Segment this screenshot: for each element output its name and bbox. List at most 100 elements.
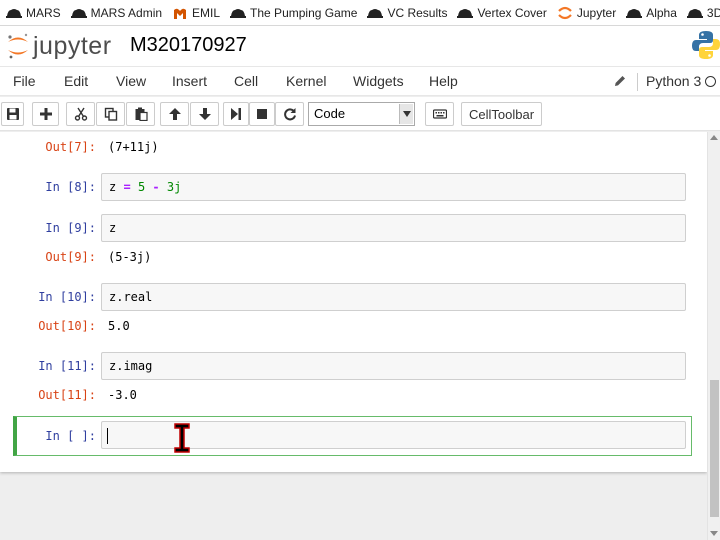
scrollbar-thumb[interactable] <box>710 380 719 517</box>
bookmarks-bar: MARS MARS Admin EMIL The Pumping Game VC… <box>0 0 720 26</box>
paste-button[interactable] <box>126 102 155 126</box>
hat-icon <box>70 8 87 18</box>
output-prompt: Out[9]: <box>45 250 96 264</box>
menu-file[interactable]: File <box>13 73 36 89</box>
celltoolbar-button[interactable]: CellToolbar <box>461 102 543 126</box>
kernel-idle-indicator-icon <box>705 76 716 87</box>
menu-kernel[interactable]: Kernel <box>286 73 326 89</box>
input-prompt: In [10]: <box>38 290 96 304</box>
bookmark-3d-grapher[interactable]: 3D Grapher <box>686 5 720 20</box>
bookmark-mars-admin[interactable]: MARS Admin <box>70 5 163 20</box>
cut-button[interactable] <box>66 102 95 126</box>
code-cell-input[interactable]: z.real <box>101 283 686 311</box>
menu-edit[interactable]: Edit <box>64 73 88 89</box>
menu-insert[interactable]: Insert <box>172 73 207 89</box>
bookmark-label: The Pumping Game <box>250 5 358 20</box>
code-text: z = 5 - 3j <box>109 180 181 194</box>
plus-icon <box>39 108 52 120</box>
arrow-up-icon <box>168 108 181 120</box>
refresh-icon <box>283 108 296 121</box>
interrupt-kernel-button[interactable] <box>249 102 275 126</box>
menu-divider <box>637 73 638 91</box>
bookmark-label: VC Results <box>387 5 448 20</box>
bookmark-label: MARS Admin <box>90 5 163 20</box>
bookmark-label: 3D Grapher <box>706 5 720 20</box>
input-prompt: In [9]: <box>45 221 96 235</box>
step-forward-icon <box>231 108 241 120</box>
menu-cell[interactable]: Cell <box>234 73 258 89</box>
copy-icon <box>104 107 117 121</box>
output-text: (7+11j) <box>108 140 159 154</box>
code-token-number: 3j <box>166 180 182 194</box>
cut-icon <box>74 107 87 121</box>
cell-type-select[interactable]: Code <box>308 102 415 126</box>
hat-icon <box>626 8 643 18</box>
hat-icon <box>6 8 22 18</box>
bookmark-vertex-cover[interactable]: Vertex Cover <box>457 5 547 20</box>
save-button[interactable] <box>1 102 24 126</box>
hat-icon <box>367 8 384 18</box>
menu-view[interactable]: View <box>116 73 146 89</box>
pencil-icon[interactable] <box>613 74 627 88</box>
input-prompt: In [8]: <box>45 180 96 194</box>
bookmark-alpha[interactable]: Alpha <box>626 6 677 20</box>
jupyter-logo-icon <box>8 33 28 59</box>
hat-icon <box>230 8 247 18</box>
code-cell-input[interactable]: z = 5 - 3j <box>101 173 686 201</box>
menu-help[interactable]: Help <box>429 73 458 89</box>
code-text: z <box>109 221 117 235</box>
bookmark-label: Vertex Cover <box>477 5 547 20</box>
emil-icon <box>174 8 187 19</box>
input-prompt: In [ ]: <box>45 429 96 443</box>
bookmark-emil[interactable]: EMIL <box>172 6 220 20</box>
cell-type-value: Code <box>314 106 346 121</box>
paste-icon <box>135 107 148 121</box>
scroll-up-arrow-icon[interactable] <box>710 135 718 140</box>
menu-widgets[interactable]: Widgets <box>353 73 404 89</box>
menu-bar: File Edit View Insert Cell Kernel Widget… <box>0 66 720 96</box>
insert-cell-button[interactable] <box>32 102 59 126</box>
chevron-down-icon <box>399 104 413 124</box>
code-cell-input[interactable]: z.imag <box>101 352 686 380</box>
notebook-title[interactable]: M320170927 <box>130 34 247 57</box>
bookmark-label: MARS <box>26 5 61 20</box>
input-prompt: In [11]: <box>38 359 96 373</box>
code-text: z.real <box>109 290 153 304</box>
logo-text: jupyter <box>33 31 112 60</box>
code-cell-input[interactable]: z <box>101 214 686 242</box>
output-prompt: Out[11]: <box>38 388 96 402</box>
save-icon <box>6 108 19 120</box>
scroll-down-arrow-icon[interactable] <box>710 531 718 536</box>
bookmark-label: EMIL <box>192 5 221 20</box>
arrow-down-icon <box>198 108 211 120</box>
celltoolbar-label: CellToolbar <box>469 106 535 122</box>
stop-icon <box>257 109 267 119</box>
output-text: (5-3j) <box>108 250 152 264</box>
output-text: -3.0 <box>108 388 137 402</box>
output-prompt: Out[10]: <box>38 319 96 333</box>
copy-button[interactable] <box>96 102 125 126</box>
code-token-number: 5 <box>137 180 146 194</box>
jupyter-logo[interactable]: jupyter <box>6 31 116 61</box>
text-cursor-icon <box>174 423 190 453</box>
bookmark-pumping-game[interactable]: The Pumping Game <box>230 6 357 20</box>
vertical-scrollbar[interactable] <box>707 132 720 540</box>
code-token-var: z <box>109 180 117 194</box>
text-caret <box>107 428 108 444</box>
run-cell-button[interactable] <box>223 102 249 126</box>
hat-icon <box>457 8 474 18</box>
restart-kernel-button[interactable] <box>275 102 304 126</box>
command-palette-button[interactable] <box>425 102 454 126</box>
notebook-container: Out[7]: (7+11j) In [8]: z = 5 - 3j In [9… <box>0 132 707 472</box>
bookmark-label: Jupyter <box>576 5 617 20</box>
code-text: z.imag <box>109 359 153 373</box>
move-up-button[interactable] <box>160 102 189 126</box>
toolbar: Code CellToolbar <box>0 97 720 131</box>
code-token-operator: - <box>152 180 160 194</box>
bookmark-mars[interactable]: MARS <box>6 6 61 20</box>
bookmark-vc-results[interactable]: VC Results <box>367 6 447 20</box>
move-down-button[interactable] <box>190 102 219 126</box>
kernel-name: Python 3 <box>646 73 702 89</box>
bookmark-jupyter[interactable]: Jupyter <box>557 6 616 20</box>
python-logo-icon <box>692 31 720 59</box>
